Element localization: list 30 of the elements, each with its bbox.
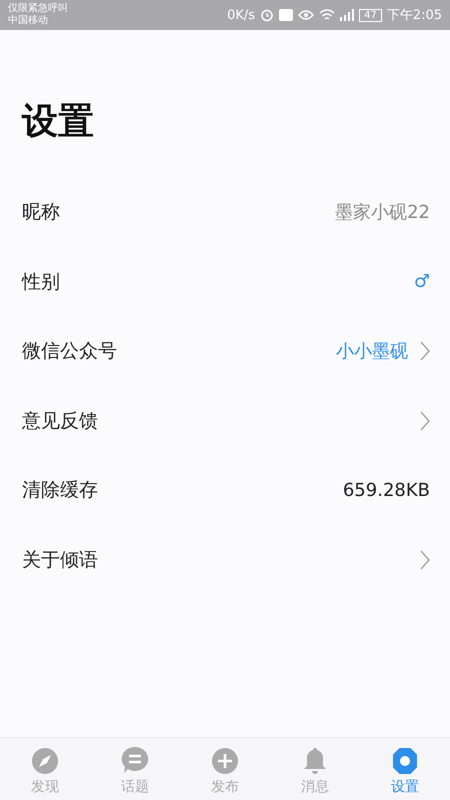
settings-row[interactable]: 意见反馈 [0, 386, 450, 456]
clock: 下午2:05 [386, 7, 442, 24]
status-text: 仅限紧急呼叫 [8, 3, 68, 14]
alarm-icon [260, 8, 274, 22]
wifi-icon [319, 9, 336, 21]
compass-icon [31, 747, 59, 775]
bell-icon [303, 747, 327, 775]
row-label: 微信公众号 [22, 339, 117, 364]
page-title: 设置 [20, 100, 95, 144]
settings-row[interactable]: 清除缓存 659.28KB [0, 456, 450, 526]
row-label: 意见反馈 [22, 408, 98, 434]
chat-icon [120, 745, 150, 775]
settings-row[interactable]: 关于倾语 [0, 525, 450, 595]
row-label: 关于倾语 [22, 548, 98, 573]
settings-row[interactable]: 微信公众号 小小墨砚 [0, 316, 450, 386]
settings-row[interactable]: 昵称 墨家小砚22 [0, 178, 450, 248]
row-label: 昵称 [22, 200, 60, 226]
row-label: 清除缓存 [22, 478, 98, 504]
row-value: 小小墨砚 [336, 340, 408, 364]
signal-icon [340, 9, 354, 21]
settings-row[interactable]: 性别 ♂ [0, 247, 450, 317]
row-value: ♂ [414, 271, 430, 292]
network-speed: 0K/s [227, 8, 256, 22]
carrier-name: 中国移动 [8, 15, 49, 27]
row-value: 墨家小砚22 [335, 201, 430, 224]
row-value: 659.28KB [342, 480, 430, 501]
row-label: 性别 [22, 270, 60, 295]
plus-icon [211, 747, 239, 775]
battery-level: 47 [359, 8, 382, 22]
eye-icon [298, 9, 314, 21]
